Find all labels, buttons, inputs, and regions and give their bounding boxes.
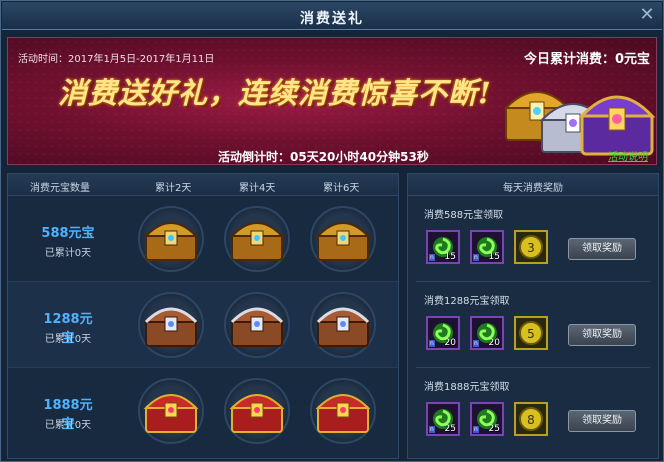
silver-chest-icon <box>229 307 285 347</box>
bound-badge: n <box>473 426 479 433</box>
red-chest-icon <box>229 394 285 433</box>
reward-item[interactable]: n 15 <box>426 230 460 264</box>
window-title: 消费送礼 <box>300 11 364 27</box>
silver-chest-icon <box>143 307 199 347</box>
table-header: 消费元宝数量 累计2天 累计4天 累计6天 <box>8 174 398 196</box>
reward-item[interactable]: n 25 <box>470 402 504 436</box>
header-amount: 消费元宝数量 <box>30 183 90 194</box>
countdown-timer: 活动倒计时：05天20小时40分钟53秒 <box>218 150 429 164</box>
chest-slot[interactable] <box>224 292 290 358</box>
item-count: 20 <box>488 338 500 348</box>
item-count: 15 <box>444 252 456 262</box>
gold-coin-icon: 3 <box>519 235 543 259</box>
daily-rewards-panel: 每天消费奖励 消费588元宝领取 n 15 n 15 3 领取奖励 消费1288元宝… <box>407 173 659 459</box>
reward-item[interactable]: n 20 <box>470 316 504 350</box>
bound-badge: n <box>429 254 435 261</box>
reward-item[interactable]: 3 <box>514 230 548 264</box>
chest-slot[interactable] <box>224 206 290 272</box>
activity-time: 活动时间：2017年1月5日-2017年1月11日 <box>18 54 215 65</box>
title-bar: 消费送礼 ✕ <box>2 2 662 30</box>
table-row: 1888元宝 已累计0天 <box>8 368 398 458</box>
coin-count: 3 <box>527 241 535 255</box>
table-row: 1288元宝 已累计0天 <box>8 282 398 368</box>
event-help-link[interactable]: 活动说明 <box>608 148 648 163</box>
item-count: 20 <box>444 338 456 348</box>
row-amount: 588元宝 <box>41 226 95 241</box>
reward-item[interactable]: 5 <box>514 316 548 350</box>
reward-tier-label: 消费1288元宝领取 <box>424 296 510 307</box>
banner-slogan: 消费送好礼，连续消费惊喜不断! <box>58 76 492 110</box>
event-banner: 活动时间：2017年1月5日-2017年1月11日 今日累计消费：0元宝 消费送… <box>7 37 657 165</box>
reward-tier: 消费588元宝领取 n 15 n 15 3 领取奖励 <box>408 196 658 282</box>
item-count: 25 <box>444 424 456 434</box>
today-total: 今日累计消费：0元宝 <box>524 52 651 67</box>
chest-slot[interactable] <box>310 206 376 272</box>
cumulative-panel: 消费元宝数量 累计2天 累计4天 累计6天 588元宝 已累计0天 1288元宝… <box>7 173 399 459</box>
silver-chest-icon <box>315 307 371 347</box>
red-chest-icon <box>143 394 199 433</box>
row-accumulated: 已累计0天 <box>44 420 92 431</box>
row-accumulated: 已累计0天 <box>44 248 92 259</box>
bound-badge: n <box>473 340 479 347</box>
gold-coin-icon: 8 <box>519 407 543 431</box>
reward-tier: 消费1888元宝领取 n 25 n 25 8 领取奖励 <box>408 368 658 454</box>
gold-chest-icon <box>229 222 285 261</box>
claim-reward-button[interactable]: 领取奖励 <box>568 410 636 432</box>
bound-badge: n <box>429 340 435 347</box>
reward-tier-label: 消费588元宝领取 <box>424 210 504 221</box>
header-day4: 累计4天 <box>239 183 276 194</box>
header-day2: 累计2天 <box>155 183 192 194</box>
claim-reward-button[interactable]: 领取奖励 <box>568 324 636 346</box>
event-window: 消费送礼 ✕ 活动时间：2017年1月5日-2017年1月11日 今日累计消费：… <box>0 0 664 462</box>
gold-coin-icon: 5 <box>519 321 543 345</box>
reward-item[interactable]: n 25 <box>426 402 460 436</box>
chest-slot[interactable] <box>310 292 376 358</box>
coin-count: 5 <box>527 327 535 341</box>
red-chest-icon <box>315 394 371 433</box>
item-count: 25 <box>488 424 500 434</box>
chest-slot[interactable] <box>138 206 204 272</box>
chest-slot[interactable] <box>310 378 376 444</box>
reward-item[interactable]: n 20 <box>426 316 460 350</box>
bound-badge: n <box>429 426 435 433</box>
row-accumulated: 已累计0天 <box>44 334 92 345</box>
claim-reward-button[interactable]: 领取奖励 <box>568 238 636 260</box>
coin-count: 8 <box>527 413 535 427</box>
banner-chest-purple-icon <box>578 95 656 156</box>
reward-item[interactable]: 8 <box>514 402 548 436</box>
gold-chest-icon <box>143 222 199 261</box>
table-row: 588元宝 已累计0天 <box>8 196 398 282</box>
reward-tier-label: 消费1888元宝领取 <box>424 382 510 393</box>
chest-slot[interactable] <box>138 292 204 358</box>
reward-item[interactable]: n 15 <box>470 230 504 264</box>
rewards-header: 每天消费奖励 <box>408 174 658 196</box>
gold-chest-icon <box>315 222 371 261</box>
bound-badge: n <box>473 254 479 261</box>
chest-slot[interactable] <box>138 378 204 444</box>
close-icon[interactable]: ✕ <box>638 6 656 25</box>
item-count: 15 <box>488 252 500 262</box>
header-day6: 累计6天 <box>323 183 360 194</box>
chest-slot[interactable] <box>224 378 290 444</box>
reward-tier: 消费1288元宝领取 n 20 n 20 5 领取奖励 <box>408 282 658 368</box>
